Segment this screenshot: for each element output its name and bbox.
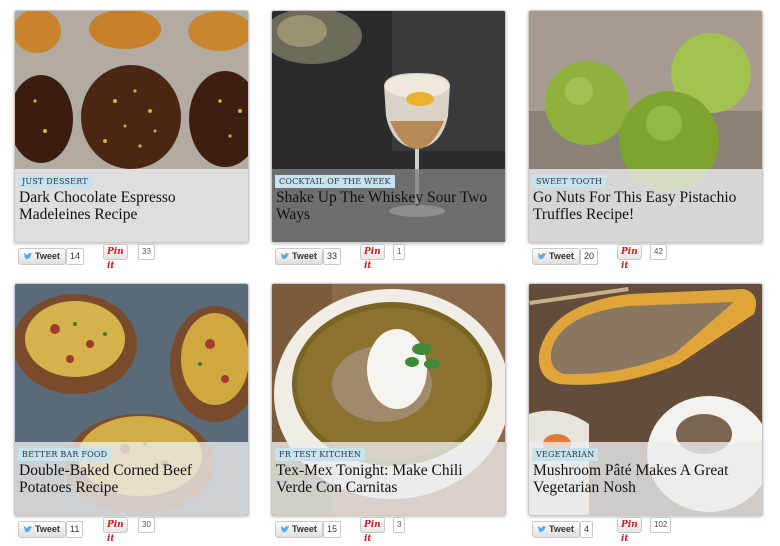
article-title[interactable]: Go Nuts For This Easy Pistachio Truffles… [533,189,756,223]
article-card[interactable]: COCKTAIL OF THE WEEK Shake Up The Whiske… [271,10,506,243]
twitter-bird-icon [538,525,547,533]
category-badge[interactable]: VEGETARIAN [532,448,599,461]
article-card[interactable]: JUST DESSERT Dark Chocolate Espresso Mad… [14,10,249,243]
tweet-count: 33 [323,248,342,265]
pin-it-button[interactable]: Pin it [103,517,128,544]
tweet-label: Tweet [35,524,60,534]
tweet-label: Tweet [35,251,60,261]
pin-it-button[interactable]: Pin it [103,244,128,271]
tweet-button[interactable]: Tweet [275,521,323,538]
pin-count: 42 [650,244,667,260]
pin-count: 3 [393,517,406,533]
twitter-bird-icon [24,525,33,533]
pin-count: 33 [138,244,155,260]
tweet-label: Tweet [549,524,574,534]
article-title[interactable]: Tex-Mex Tonight: Make Chili Verde Con Ca… [276,462,499,496]
category-badge[interactable]: BETTER BAR FOOD [18,448,112,461]
tweet-label: Tweet [292,524,317,534]
tweet-count: 4 [580,521,594,538]
caption-panel: VEGETARIAN Mushroom Pâté Makes A Great V… [529,442,762,515]
category-badge[interactable]: JUST DESSERT [18,175,92,188]
category-badge[interactable]: FR TEST KITCHEN [275,448,366,461]
tweet-label: Tweet [292,251,317,261]
article-card[interactable]: SWEET TOOTH Go Nuts For This Easy Pistac… [528,10,763,243]
caption-panel: SWEET TOOTH Go Nuts For This Easy Pistac… [529,169,762,242]
pin-count: 1 [393,244,406,260]
tweet-button[interactable]: Tweet [275,248,323,265]
tweet-count: 11 [66,521,84,538]
twitter-bird-icon [281,252,290,260]
pin-it-button[interactable]: Pin it [360,244,385,271]
article-title[interactable]: Mushroom Pâté Makes A Great Vegetarian N… [533,462,756,496]
caption-panel: BETTER BAR FOOD Double-Baked Corned Beef… [15,442,248,515]
category-badge[interactable]: COCKTAIL OF THE WEEK [275,175,395,188]
pin-it-button[interactable]: Pin it [617,517,642,544]
article-title[interactable]: Shake Up The Whiskey Sour Two Ways [276,189,499,223]
caption-panel: COCKTAIL OF THE WEEK Shake Up The Whiske… [272,169,505,242]
pin-it-button[interactable]: Pin it [360,517,385,544]
tweet-button[interactable]: Tweet [532,521,580,538]
twitter-bird-icon [24,252,33,260]
tweet-count: 20 [580,248,599,265]
tweet-count: 15 [323,521,342,538]
tweet-label: Tweet [549,251,574,261]
caption-panel: JUST DESSERT Dark Chocolate Espresso Mad… [15,169,248,242]
article-card[interactable]: VEGETARIAN Mushroom Pâté Makes A Great V… [528,283,763,516]
twitter-bird-icon [538,252,547,260]
pin-count: 30 [138,517,155,533]
article-title[interactable]: Dark Chocolate Espresso Madeleines Recip… [19,189,242,223]
article-card[interactable]: BETTER BAR FOOD Double-Baked Corned Beef… [14,283,249,516]
tweet-button[interactable]: Tweet [532,248,580,265]
tweet-button[interactable]: Tweet [18,248,66,265]
pin-it-button[interactable]: Pin it [617,244,642,271]
article-title[interactable]: Double-Baked Corned Beef Potatoes Recipe [19,462,242,496]
twitter-bird-icon [281,525,290,533]
tweet-button[interactable]: Tweet [18,521,66,538]
tweet-count: 14 [66,248,85,265]
pin-count: 102 [650,517,672,533]
article-card[interactable]: FR TEST KITCHEN Tex-Mex Tonight: Make Ch… [271,283,506,516]
caption-panel: FR TEST KITCHEN Tex-Mex Tonight: Make Ch… [272,442,505,515]
category-badge[interactable]: SWEET TOOTH [532,175,607,188]
